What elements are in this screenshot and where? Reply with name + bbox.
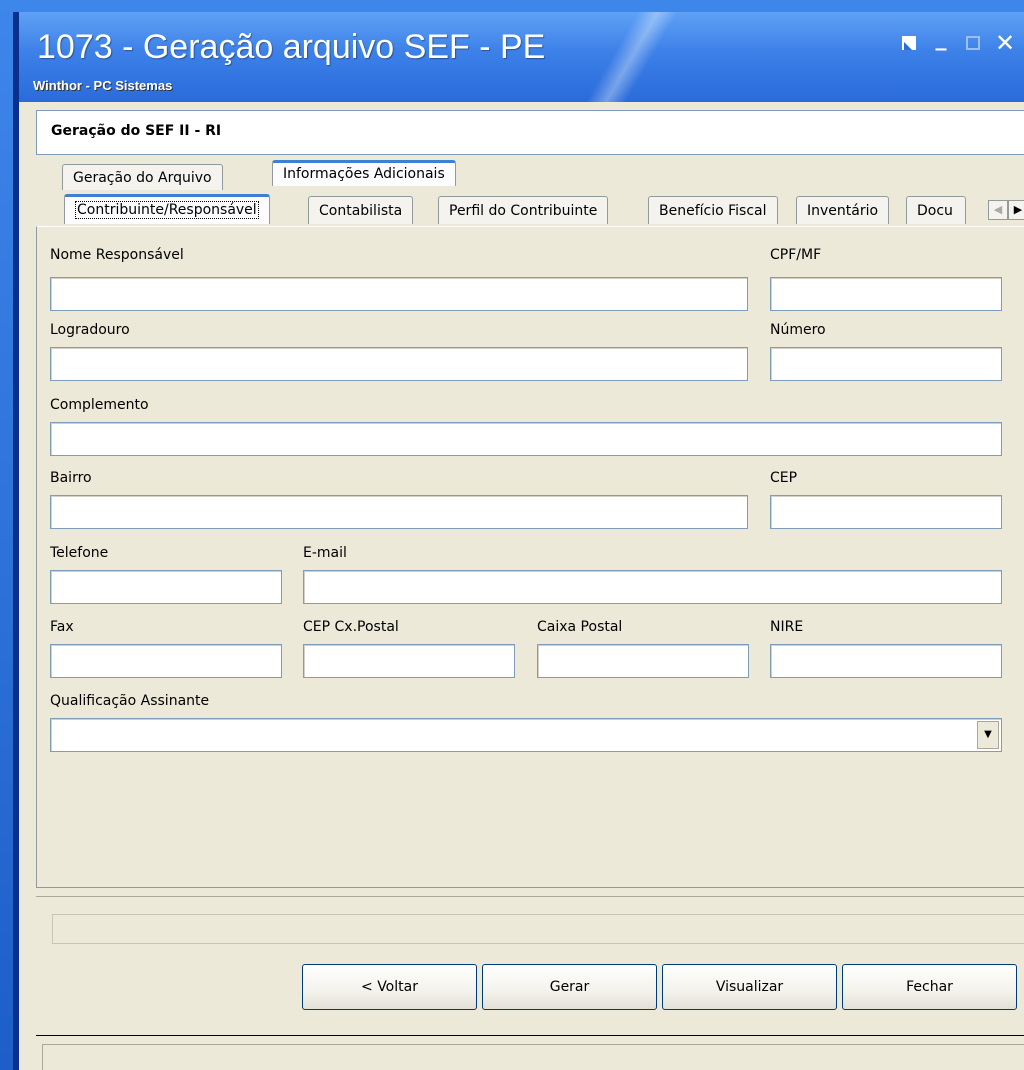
- nome-responsavel-field[interactable]: [50, 277, 748, 311]
- complemento-label: Complemento: [50, 397, 149, 413]
- complemento-field[interactable]: [50, 422, 1002, 456]
- logradouro-label: Logradouro: [50, 322, 130, 338]
- tab-inventario[interactable]: Inventário: [796, 196, 890, 224]
- header-panel: Geração do SEF II - RI: [36, 110, 1024, 155]
- tab-contabilista[interactable]: Contabilista: [308, 196, 414, 224]
- tab-label: Docu: [917, 203, 953, 219]
- restore-icon[interactable]: [902, 36, 916, 50]
- tab-label: Geração do Arquivo: [73, 170, 212, 186]
- fechar-button[interactable]: Fechar: [842, 964, 1017, 1010]
- tab-label: Inventário: [807, 203, 879, 219]
- window-subtitle: Winthor - PC Sistemas: [33, 78, 173, 93]
- telefone-field[interactable]: [50, 570, 282, 604]
- tab-informacoes-adicionais[interactable]: Informações Adicionais: [272, 160, 456, 186]
- cep-field[interactable]: [770, 495, 1002, 529]
- email-field[interactable]: [303, 570, 1002, 604]
- application-window: 1073 - Geração arquivo SEF - PE Winthor …: [13, 12, 1024, 1070]
- tab-beneficio-fiscal[interactable]: Benefício Fiscal: [648, 196, 778, 224]
- chevron-right-icon[interactable]: ▶: [1008, 200, 1024, 220]
- inner-tab-strip: Contribuinte/Responsável Contabilista Pe…: [36, 188, 1024, 228]
- bairro-label: Bairro: [50, 470, 92, 486]
- voltar-button[interactable]: < Voltar: [302, 964, 477, 1010]
- cep-cx-postal-label: CEP Cx.Postal: [303, 619, 399, 635]
- tab-label: Contabilista: [319, 203, 403, 219]
- progress-bar: [52, 914, 1024, 944]
- bairro-field[interactable]: [50, 495, 748, 529]
- minimize-icon[interactable]: _: [930, 28, 952, 54]
- caixa-postal-field[interactable]: [537, 644, 749, 678]
- qualificacao-assinante-select[interactable]: ▼: [50, 718, 1002, 752]
- tab-label: Perfil do Contribuinte: [449, 203, 598, 219]
- cep-cx-postal-field[interactable]: [303, 644, 515, 678]
- form-panel: Nome Responsável CPF/MF Logradouro Númer…: [36, 226, 1024, 888]
- logradouro-field[interactable]: [50, 347, 748, 381]
- gerar-button[interactable]: Gerar: [482, 964, 657, 1010]
- nire-field[interactable]: [770, 644, 1002, 678]
- divider: [36, 896, 1024, 897]
- fax-field[interactable]: [50, 644, 282, 678]
- nome-responsavel-label: Nome Responsável: [50, 247, 184, 263]
- tab-scroll-controls: ◀ ▶: [988, 200, 1024, 220]
- tab-geracao-do-arquivo[interactable]: Geração do Arquivo: [62, 164, 223, 190]
- tab-contribuinte-responsavel[interactable]: Contribuinte/Responsável: [64, 194, 270, 224]
- maximize-icon[interactable]: [966, 36, 980, 50]
- title-bar[interactable]: 1073 - Geração arquivo SEF - PE Winthor …: [19, 12, 1024, 102]
- window-controls: _ ✕: [902, 28, 1016, 55]
- status-bar: [36, 1035, 1024, 1070]
- chevron-down-icon[interactable]: ▼: [977, 721, 999, 749]
- fax-label: Fax: [50, 619, 74, 635]
- telefone-label: Telefone: [50, 545, 109, 561]
- cep-label: CEP: [770, 470, 798, 486]
- nire-label: NIRE: [770, 619, 804, 635]
- qualificacao-assinante-label: Qualificação Assinante: [50, 693, 210, 709]
- tab-documentos[interactable]: Docu: [906, 196, 966, 224]
- status-bar-panel: [42, 1044, 1024, 1070]
- numero-label: Número: [770, 322, 826, 338]
- visualizar-button[interactable]: Visualizar: [662, 964, 837, 1010]
- tab-label: Contribuinte/Responsável: [75, 201, 259, 219]
- chevron-left-icon[interactable]: ◀: [988, 200, 1008, 220]
- email-label: E-mail: [303, 545, 347, 561]
- cpf-mf-label: CPF/MF: [770, 247, 822, 263]
- caixa-postal-label: Caixa Postal: [537, 619, 623, 635]
- close-icon[interactable]: ✕: [994, 31, 1016, 55]
- cpf-mf-field[interactable]: [770, 277, 1002, 311]
- tab-label: Benefício Fiscal: [659, 203, 767, 219]
- numero-field[interactable]: [770, 347, 1002, 381]
- page-title: Geração do SEF II - RI: [51, 123, 222, 139]
- tab-perfil-do-contribuinte[interactable]: Perfil do Contribuinte: [438, 196, 609, 224]
- tab-label: Informações Adicionais: [283, 166, 445, 182]
- title-decoration: [574, 12, 684, 102]
- window-title: 1073 - Geração arquivo SEF - PE: [37, 28, 546, 66]
